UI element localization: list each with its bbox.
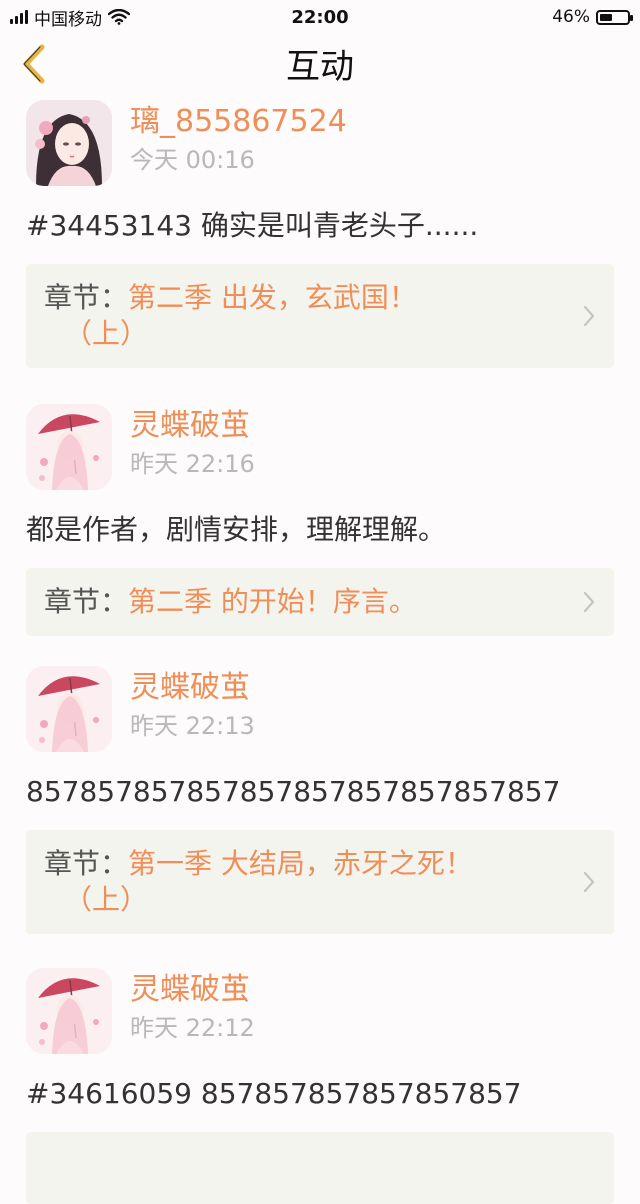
comment-item: 灵蝶破茧 昨天 22:12 #34616059 8578578578578578… [26,934,614,1204]
post-time: 昨天 22:13 [130,712,255,740]
chapter-title-continued: （上） [64,883,149,916]
user-avatar[interactable] [26,968,112,1054]
user-avatar[interactable] [26,666,112,752]
chapter-title: 第二季 的开始！序言。 [128,585,417,618]
chapter-title: 第一季 大结局，赤牙之死！ [128,847,473,880]
battery-icon [596,9,633,25]
status-time: 22:00 [291,6,349,28]
chapter-title: 第二季 出发，玄武国！ [128,281,417,314]
chapter-prefix: 章节： [44,281,129,314]
chevron-right-icon [583,305,595,327]
status-bar: 中国移动 22:00 46% [0,0,640,34]
comment-text: 857857857857857857857857857857 [26,775,561,808]
user-avatar[interactable] [26,404,112,490]
username[interactable]: 灵蝶破茧 [130,406,255,446]
comment-text: #34616059 857857857857857857 [26,1077,522,1110]
signal-icon [10,10,28,24]
username[interactable]: 璃_855867524 [130,102,347,142]
chevron-left-icon [23,44,45,84]
comment-text: #34453143 确实是叫青老头子...... [26,209,479,242]
chevron-right-icon [583,871,595,893]
back-button[interactable] [14,42,54,86]
user-avatar[interactable] [26,100,112,186]
post-time: 昨天 22:16 [130,450,255,478]
chapter-title-continued: （上） [64,317,149,350]
comment-item: 灵蝶破茧 昨天 22:16 都是作者，剧情安排，理解理解。 章节：第二季 的开始… [26,368,614,636]
page-title: 互动 [286,46,354,87]
chapter-prefix: 章节： [44,585,129,618]
post-time: 今天 00:16 [130,146,255,174]
carrier-label: 中国移动 [34,9,102,30]
battery-percent: 46% [552,7,590,27]
username[interactable]: 灵蝶破茧 [130,970,255,1010]
chapter-link[interactable] [26,1132,614,1204]
comment-text: 都是作者，剧情安排，理解理解。 [26,513,447,546]
username[interactable]: 灵蝶破茧 [130,668,255,708]
chapter-link[interactable]: 章节：第一季 大结局，赤牙之死！ （上） [26,830,614,934]
interaction-feed: 璃_855867524 今天 00:16 #34453143 确实是叫青老头子.… [0,92,640,1204]
wifi-icon [108,9,130,25]
post-time: 昨天 22:12 [130,1014,255,1042]
chapter-link[interactable]: 章节：第二季 出发，玄武国！ （上） [26,264,614,368]
comment-item: 璃_855867524 今天 00:16 #34453143 确实是叫青老头子.… [26,92,614,368]
comment-item: 灵蝶破茧 昨天 22:13 85785785785785785785785785… [26,636,614,934]
chapter-link[interactable]: 章节：第二季 的开始！序言。 [26,568,614,636]
nav-bar: 互动 [0,34,640,92]
chapter-prefix: 章节： [44,847,129,880]
chevron-right-icon [583,591,595,613]
